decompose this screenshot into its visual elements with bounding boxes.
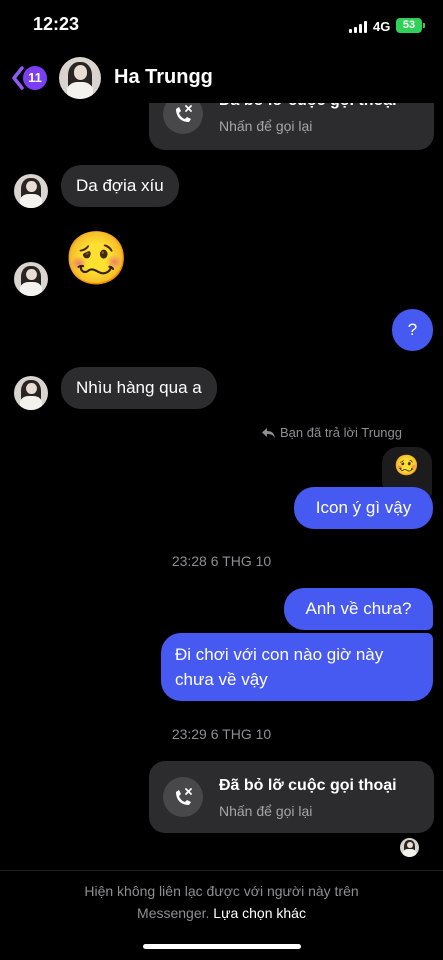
message-incoming[interactable]: Nhìu hàng qua a — [61, 367, 217, 409]
contact-avatar[interactable] — [59, 57, 101, 99]
avatar — [14, 262, 48, 296]
message-outgoing[interactable]: Đi chơi với con nào giờ này chưa về vậy — [161, 633, 433, 701]
seen-avatar — [400, 838, 419, 857]
avatar — [14, 376, 48, 410]
reply-quote-emoji: 🥴 — [394, 455, 419, 477]
footer-divider — [0, 870, 443, 871]
other-options-link[interactable]: Lựa chọn khác — [213, 905, 306, 921]
status-time: 12:23 — [33, 14, 80, 34]
network-type: 4G — [373, 19, 391, 34]
footer-notice: Hiện không liên lạc được với người này t… — [0, 880, 443, 924]
battery-icon: 53 — [396, 18, 425, 33]
message-outgoing[interactable]: Anh về chưa? — [284, 588, 433, 630]
unread-badge[interactable]: 11 — [23, 66, 47, 90]
reply-arrow-icon — [262, 428, 275, 438]
home-indicator[interactable] — [143, 944, 301, 949]
avatar — [14, 174, 48, 208]
call-subtitle: Nhấn để gọi lại — [219, 118, 313, 134]
message-incoming[interactable]: Da đợia xíu — [61, 165, 179, 207]
message-emoji[interactable]: 🥴 — [64, 226, 129, 292]
message-outgoing[interactable]: Icon ý gì vậy — [294, 487, 433, 529]
contact-name[interactable]: Ha Trungg — [114, 66, 213, 89]
reply-note-text: Bạn đã trả lời Trungg — [280, 425, 402, 440]
message-outgoing[interactable]: ? — [392, 309, 433, 351]
timestamp: 23:28 6 THG 10 — [171, 553, 272, 569]
timestamp: 23:29 6 THG 10 — [171, 726, 272, 742]
missed-call-card[interactable]: Đã bỏ lỡ cuộc gọi thoại Nhấn để gọi lại — [149, 761, 434, 833]
signal-icon — [349, 21, 369, 33]
call-subtitle: Nhấn để gọi lại — [219, 803, 313, 819]
missed-call-icon — [163, 777, 203, 817]
call-title: Đã bỏ lỡ cuộc gọi thoại — [219, 777, 397, 794]
reply-note: Bạn đã trả lời Trungg — [260, 424, 422, 442]
